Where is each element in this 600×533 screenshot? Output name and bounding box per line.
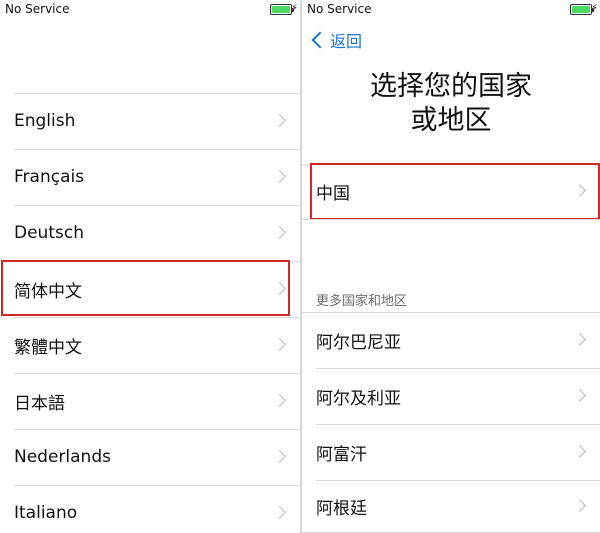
country-label: 阿尔巴尼亚 xyxy=(316,332,401,353)
chevron-right-icon xyxy=(273,394,286,407)
country-row[interactable]: 阿尔及利亚 xyxy=(302,368,600,424)
chevron-right-icon xyxy=(273,338,286,351)
section-header: 更多国家和地区 xyxy=(316,294,408,309)
separator xyxy=(302,219,600,220)
country-label: 阿根廷 xyxy=(316,499,367,519)
back-label: 返回 xyxy=(330,32,363,51)
language-label: 繁體中文 xyxy=(14,337,82,358)
selection-highlight xyxy=(310,163,600,220)
language-label: Italiano xyxy=(14,503,78,523)
language-row-nederlands[interactable]: Nederlands xyxy=(0,429,300,485)
country-screen: No Service ⚡ 返回 选择您的国家 或地区 中国 更多国家和地区 阿尔… xyxy=(302,0,600,533)
language-row-deutsch[interactable]: Deutsch xyxy=(0,205,300,261)
chevron-right-icon xyxy=(273,226,286,239)
language-label: Nederlands xyxy=(14,447,111,467)
chevron-right-icon xyxy=(273,450,286,463)
chevron-right-icon xyxy=(273,506,286,519)
back-button[interactable]: 返回 xyxy=(310,28,362,52)
country-row[interactable]: 阿根廷 xyxy=(302,480,600,533)
chevron-right-icon xyxy=(573,333,586,346)
battery-icon xyxy=(570,4,594,15)
selection-highlight xyxy=(1,260,290,316)
country-label: 阿富汗 xyxy=(316,444,367,465)
carrier-text: No Service xyxy=(307,2,372,16)
chevron-left-icon xyxy=(311,31,329,49)
status-bar: No Service ⚡ xyxy=(302,0,600,20)
language-label: English xyxy=(14,111,76,131)
title-line-2: 或地区 xyxy=(410,105,492,136)
chevron-right-icon xyxy=(573,389,586,402)
language-label: 日本語 xyxy=(14,393,65,414)
battery-icon xyxy=(270,4,294,15)
country-label: 阿尔及利亚 xyxy=(316,388,401,409)
country-row[interactable]: 阿尔巴尼亚 xyxy=(302,312,600,368)
language-screen: No Service ⚡ English Français Deutsch 简体… xyxy=(0,0,300,533)
chevron-right-icon xyxy=(573,445,586,458)
language-row-italiano[interactable]: Italiano xyxy=(0,485,300,533)
country-row[interactable]: 阿富汗 xyxy=(302,424,600,480)
chevron-right-icon xyxy=(273,114,286,127)
status-bar: No Service ⚡ xyxy=(0,0,300,20)
language-label: Deutsch xyxy=(14,223,84,243)
language-row-traditional-chinese[interactable]: 繁體中文 xyxy=(0,317,300,373)
carrier-text: No Service xyxy=(5,2,70,16)
language-row-japanese[interactable]: 日本語 xyxy=(0,373,300,429)
language-label: Français xyxy=(14,167,85,187)
title-line-1: 选择您的国家 xyxy=(370,71,532,102)
chevron-right-icon xyxy=(573,499,586,512)
charging-icon: ⚡ xyxy=(590,3,598,14)
charging-icon: ⚡ xyxy=(290,3,298,14)
page-title: 选择您的国家 或地区 xyxy=(302,70,600,138)
language-row-francais[interactable]: Français xyxy=(0,149,300,205)
language-row-english[interactable]: English xyxy=(0,93,300,149)
chevron-right-icon xyxy=(273,170,286,183)
